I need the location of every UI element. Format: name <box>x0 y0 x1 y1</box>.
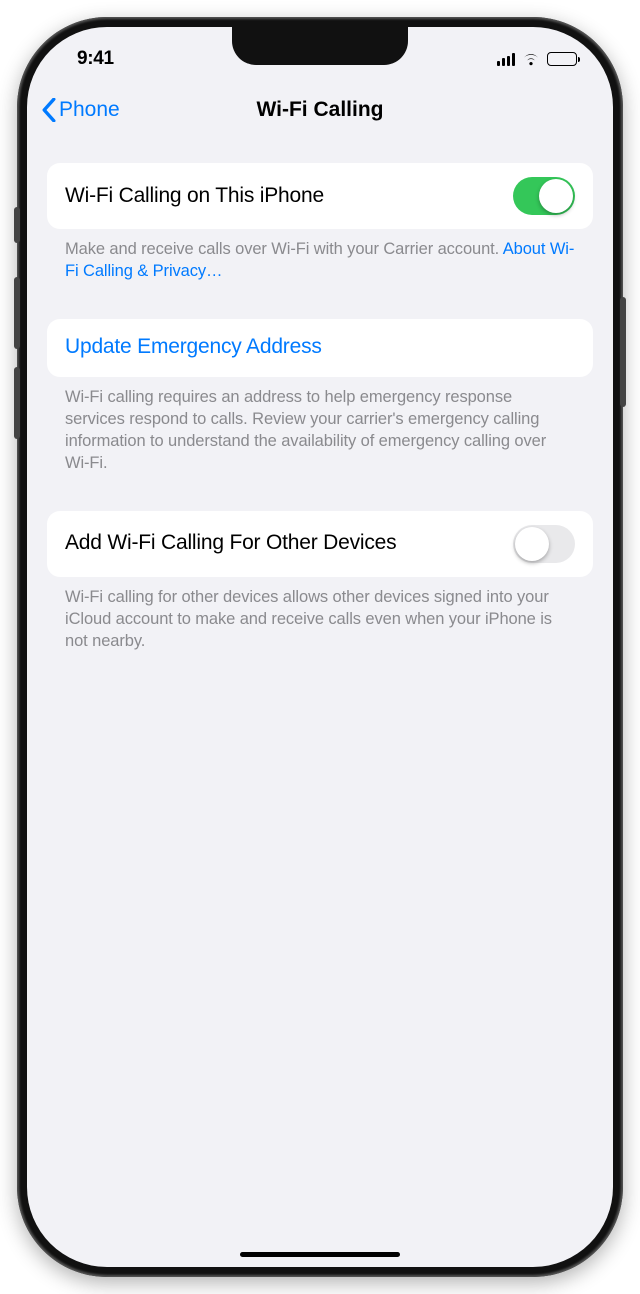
side-button <box>620 297 626 407</box>
wifi-calling-note: Make and receive calls over Wi-Fi with y… <box>47 229 593 283</box>
chevron-left-icon <box>41 98 57 122</box>
wifi-calling-this-iphone-toggle[interactable] <box>513 177 575 215</box>
page-title: Wi-Fi Calling <box>257 98 384 122</box>
wifi-icon <box>521 51 541 67</box>
wifi-calling-other-devices-row[interactable]: Add Wi-Fi Calling For Other Devices <box>47 511 593 577</box>
row-label: Update Emergency Address <box>65 334 322 360</box>
other-devices-group: Add Wi-Fi Calling For Other Devices Wi-F… <box>47 511 593 653</box>
mute-switch <box>14 207 20 243</box>
settings-content: Wi-Fi Calling on This iPhone Make and re… <box>27 137 613 652</box>
wifi-calling-this-iphone-row[interactable]: Wi-Fi Calling on This iPhone <box>47 163 593 229</box>
back-label: Phone <box>59 98 120 122</box>
update-emergency-address-button[interactable]: Update Emergency Address <box>47 319 593 377</box>
volume-down-button <box>14 367 20 439</box>
emergency-address-group: Update Emergency Address Wi-Fi calling r… <box>47 319 593 475</box>
back-button[interactable]: Phone <box>41 98 120 122</box>
notch <box>232 27 408 65</box>
row-label: Wi-Fi Calling on This iPhone <box>65 183 324 209</box>
wifi-calling-other-devices-toggle[interactable] <box>513 525 575 563</box>
home-indicator[interactable] <box>240 1252 400 1257</box>
navigation-bar: Phone Wi-Fi Calling <box>27 83 613 137</box>
row-label: Add Wi-Fi Calling For Other Devices <box>65 530 396 556</box>
phone-device-frame: 9:41 Phone Wi-Fi Calling <box>17 17 623 1277</box>
emergency-address-note: Wi-Fi calling requires an address to hel… <box>47 377 593 475</box>
battery-icon <box>547 52 577 66</box>
screen: 9:41 Phone Wi-Fi Calling <box>27 27 613 1267</box>
volume-up-button <box>14 277 20 349</box>
cellular-signal-icon <box>497 53 516 66</box>
wifi-calling-this-iphone-group: Wi-Fi Calling on This iPhone Make and re… <box>47 163 593 283</box>
other-devices-note: Wi-Fi calling for other devices allows o… <box>47 577 593 653</box>
status-time: 9:41 <box>77 48 114 70</box>
